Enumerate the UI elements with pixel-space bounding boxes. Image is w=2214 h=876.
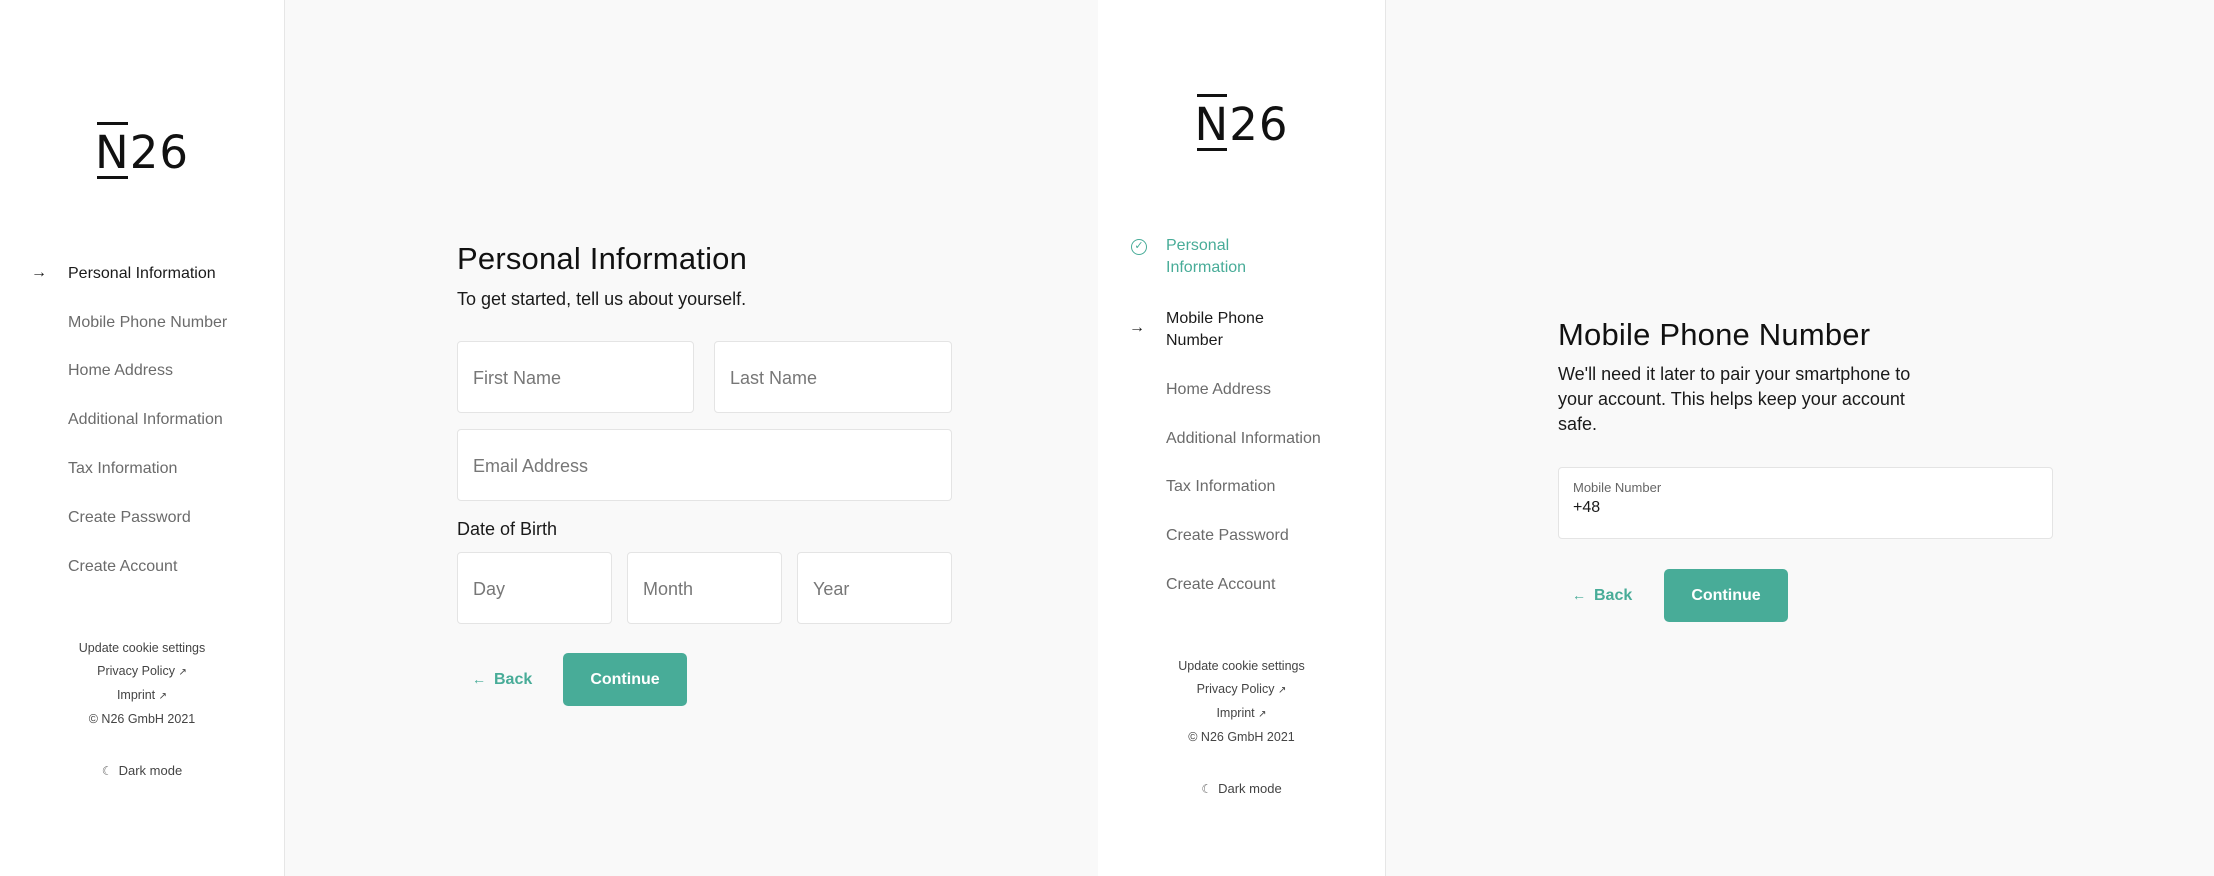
date-of-birth-label: Date of Birth bbox=[457, 519, 558, 539]
moon-icon: ☾ bbox=[1201, 782, 1213, 796]
page-subtitle: We'll need it later to pair your smartph… bbox=[1558, 364, 1911, 434]
privacy-policy-link[interactable]: Privacy Policy ↗ bbox=[1197, 682, 1287, 696]
page-subtitle: To get started, tell us about yourself. bbox=[457, 289, 747, 309]
step-tax-information[interactable]: Tax Information bbox=[0, 458, 177, 480]
arrow-right-icon: → bbox=[31, 264, 47, 281]
copyright: © N26 GmbH 2021 bbox=[1188, 730, 1295, 744]
step-label: Home Address bbox=[68, 362, 173, 379]
step-label: Home Address bbox=[1166, 381, 1271, 398]
imprint-link[interactable]: Imprint ↗ bbox=[117, 688, 167, 702]
mobile-number-label: Mobile Number bbox=[1573, 480, 1662, 495]
step-label: Create Account bbox=[1166, 576, 1276, 593]
step-label: Create Account bbox=[68, 558, 178, 575]
moon-icon: ☾ bbox=[101, 764, 113, 778]
page-title: Mobile Phone Number bbox=[1558, 317, 1871, 352]
step-personal-information[interactable]: ✓ Personal Information bbox=[1098, 235, 1246, 279]
step-label-line1: Personal bbox=[1166, 237, 1230, 254]
main-content: Mobile Phone Number We'll need it later … bbox=[1386, 0, 2214, 876]
step-label: Create Password bbox=[1166, 527, 1289, 544]
external-link-icon: ↗ bbox=[178, 667, 187, 678]
step-create-password[interactable]: Create Password bbox=[0, 507, 191, 529]
step-label-line1: Mobile Phone bbox=[1166, 310, 1264, 327]
first-name-input[interactable]: First Name bbox=[457, 341, 694, 413]
step-mobile-phone-number[interactable]: → Mobile Phone Number bbox=[1098, 308, 1264, 352]
imprint-link[interactable]: Imprint ↗ bbox=[1216, 706, 1266, 720]
step-personal-information[interactable]: → Personal Information bbox=[0, 263, 216, 285]
step-label: Personal Information bbox=[68, 265, 216, 282]
sidebar-footer: Update cookie settings Privacy Policy ↗ … bbox=[1098, 655, 1385, 749]
step-label: Mobile Phone Number bbox=[68, 314, 228, 331]
continue-button[interactable]: Continue bbox=[563, 653, 687, 706]
signup-screen-mobile-number: N26 ✓ Personal Information → Mobile Phon… bbox=[1098, 0, 2214, 876]
back-button[interactable]: ← Back bbox=[1572, 569, 1632, 622]
sidebar: N26 → Personal Information Mobile Phone … bbox=[0, 0, 285, 876]
step-label: Additional Information bbox=[1166, 430, 1321, 447]
step-label: Tax Information bbox=[1166, 478, 1276, 495]
page-title: Personal Information bbox=[457, 241, 748, 276]
mobile-number-value: +48 bbox=[1573, 499, 1601, 516]
external-link-icon: ↗ bbox=[158, 691, 168, 702]
cookie-settings-link[interactable]: Update cookie settings bbox=[1178, 659, 1304, 673]
dark-mode-toggle[interactable]: ☾ Dark mode bbox=[1098, 781, 1385, 796]
n26-logo[interactable]: N26 bbox=[0, 122, 284, 179]
step-label-line2: Number bbox=[1166, 332, 1223, 349]
step-label: Create Password bbox=[68, 509, 191, 526]
arrow-left-icon: ← bbox=[472, 671, 486, 687]
step-label: Additional Information bbox=[68, 411, 223, 428]
copyright: © N26 GmbH 2021 bbox=[88, 712, 196, 726]
email-input[interactable]: Email Address bbox=[457, 429, 952, 501]
step-create-account[interactable]: Create Account bbox=[1098, 574, 1275, 596]
arrow-left-icon: ← bbox=[1572, 587, 1586, 603]
step-create-password[interactable]: Create Password bbox=[1098, 525, 1289, 547]
signup-screen-personal-info: N26 → Personal Information Mobile Phone … bbox=[0, 0, 1098, 876]
cookie-settings-link[interactable]: Update cookie settings bbox=[79, 641, 205, 655]
step-label: Tax Information bbox=[68, 460, 178, 477]
external-link-icon: ↗ bbox=[1258, 709, 1267, 720]
step-mobile-phone-number[interactable]: Mobile Phone Number bbox=[0, 312, 227, 334]
dob-month-input[interactable]: Month bbox=[627, 552, 782, 624]
step-tax-information[interactable]: Tax Information bbox=[1098, 476, 1275, 498]
step-home-address[interactable]: Home Address bbox=[1098, 379, 1271, 401]
step-additional-information[interactable]: Additional Information bbox=[1098, 428, 1321, 450]
arrow-right-icon: → bbox=[1129, 319, 1145, 336]
step-home-address[interactable]: Home Address bbox=[0, 360, 173, 382]
mobile-number-input[interactable]: Mobile Number +48 bbox=[1558, 467, 2053, 539]
check-circle-icon: ✓ bbox=[1131, 239, 1147, 255]
dark-mode-toggle[interactable]: ☾ Dark mode bbox=[0, 763, 284, 778]
external-link-icon: ↗ bbox=[1277, 685, 1287, 696]
sidebar: N26 ✓ Personal Information → Mobile Phon… bbox=[1098, 0, 1386, 876]
step-additional-information[interactable]: Additional Information bbox=[0, 409, 223, 431]
last-name-input[interactable]: Last Name bbox=[714, 341, 952, 413]
continue-button[interactable]: Continue bbox=[1664, 569, 1788, 622]
main-content: Personal Information To get started, tel… bbox=[286, 0, 1098, 876]
step-create-account[interactable]: Create Account bbox=[0, 556, 177, 578]
step-label-line2: Information bbox=[1166, 259, 1247, 276]
dob-day-input[interactable]: Day bbox=[457, 552, 612, 624]
back-button[interactable]: ← Back bbox=[472, 653, 532, 706]
sidebar-footer: Update cookie settings Privacy Policy ↗ … bbox=[0, 637, 284, 731]
n26-logo[interactable]: N26 bbox=[1098, 94, 1385, 151]
privacy-policy-link[interactable]: Privacy Policy ↗ bbox=[97, 664, 187, 678]
dob-year-input[interactable]: Year bbox=[797, 552, 952, 624]
